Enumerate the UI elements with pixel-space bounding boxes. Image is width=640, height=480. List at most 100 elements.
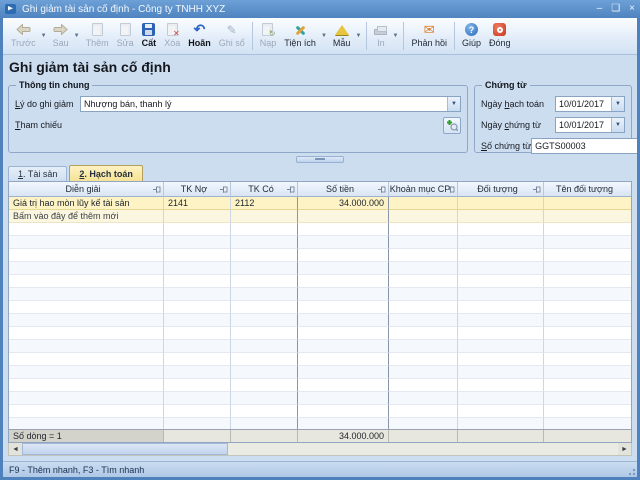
grid-cell[interactable]	[231, 340, 298, 353]
grid-cell[interactable]	[9, 249, 164, 262]
grid-cell[interactable]	[164, 353, 231, 366]
grid-cell[interactable]	[298, 236, 389, 249]
grid-cell[interactable]	[298, 210, 389, 223]
grid-add-new-row[interactable]: Bấm vào đây để thêm mới	[9, 210, 631, 223]
grid-cell[interactable]	[298, 314, 389, 327]
edit-button[interactable]: Sửa	[113, 19, 138, 52]
grid-cell[interactable]	[164, 210, 231, 223]
grid-cell[interactable]	[231, 210, 298, 223]
scroll-left-button[interactable]: ◄	[9, 443, 22, 455]
grid-cell[interactable]	[231, 392, 298, 405]
print-button[interactable]: In ▼	[370, 19, 400, 52]
scrollbar-thumb[interactable]	[22, 443, 228, 455]
grid-cell[interactable]	[458, 223, 544, 236]
grid-cell[interactable]	[544, 275, 631, 288]
grid-cell[interactable]	[544, 262, 631, 275]
column-header-so-tien[interactable]: Số tiền	[298, 182, 389, 197]
grid-cell[interactable]	[389, 275, 458, 288]
grid-cell[interactable]	[231, 418, 298, 429]
grid-cell[interactable]	[231, 249, 298, 262]
pin-icon[interactable]	[153, 185, 161, 196]
grid-cell[interactable]	[389, 236, 458, 249]
grid-cell[interactable]	[458, 275, 544, 288]
grid-cell[interactable]	[544, 236, 631, 249]
grid-cell[interactable]	[544, 327, 631, 340]
pin-icon[interactable]	[533, 185, 541, 196]
grid-cell[interactable]	[458, 405, 544, 418]
grid-cell[interactable]	[9, 353, 164, 366]
column-header-dien-giai[interactable]: Diễn giải	[9, 182, 164, 197]
doc-no-input[interactable]	[531, 138, 637, 154]
add-button[interactable]: Thêm	[82, 19, 113, 52]
grid-cell[interactable]	[164, 262, 231, 275]
tab-tai-san[interactable]: 1. Tài sản	[8, 166, 68, 181]
grid-cell[interactable]	[231, 262, 298, 275]
column-header-tk-co[interactable]: TK Có	[231, 182, 298, 197]
grid-cell[interactable]	[389, 314, 458, 327]
grid-cell[interactable]	[231, 223, 298, 236]
column-header-khoan-muc-cp[interactable]: Khoản mục CP	[389, 182, 458, 197]
grid-cell[interactable]	[544, 288, 631, 301]
grid-cell[interactable]	[298, 327, 389, 340]
grid-empty-row[interactable]	[9, 223, 631, 236]
grid-cell[interactable]	[231, 275, 298, 288]
grid-cell[interactable]	[9, 327, 164, 340]
pin-icon[interactable]	[378, 185, 386, 196]
grid-cell[interactable]	[164, 340, 231, 353]
maximize-button[interactable]: ❑	[611, 3, 620, 15]
grid-cell[interactable]	[9, 379, 164, 392]
grid-cell[interactable]	[164, 405, 231, 418]
cell-khoan-muc-cp[interactable]	[389, 197, 458, 210]
grid-cell[interactable]	[389, 288, 458, 301]
grid-cell[interactable]	[389, 392, 458, 405]
grid-cell[interactable]	[298, 366, 389, 379]
grid-cell[interactable]	[544, 314, 631, 327]
resize-grip-icon[interactable]	[627, 467, 635, 475]
grid-cell[interactable]	[9, 392, 164, 405]
grid-cell[interactable]	[9, 301, 164, 314]
grid-empty-row[interactable]	[9, 327, 631, 340]
grid-cell[interactable]	[298, 353, 389, 366]
grid-cell[interactable]	[544, 418, 631, 429]
cell-ten-doi-tuong[interactable]	[544, 197, 631, 210]
grid-empty-row[interactable]	[9, 392, 631, 405]
grid-cell[interactable]	[389, 327, 458, 340]
reload-button[interactable]: ↻ Nạp	[256, 19, 281, 52]
grid-empty-row[interactable]	[9, 249, 631, 262]
grid-cell[interactable]	[458, 301, 544, 314]
reference-add-button[interactable]	[443, 116, 461, 134]
undo-button[interactable]: ↶ Hoãn	[184, 19, 215, 52]
grid-cell[interactable]	[544, 366, 631, 379]
grid-cell[interactable]	[9, 236, 164, 249]
grid-cell[interactable]	[231, 379, 298, 392]
tab-hach-toan[interactable]: 2. Hạch toán	[69, 165, 143, 181]
grid-cell[interactable]	[389, 249, 458, 262]
grid-cell[interactable]	[458, 210, 544, 223]
save-button[interactable]: Cất	[138, 19, 161, 52]
doc-date-picker[interactable]: 10/01/2017 ▼	[555, 117, 625, 133]
grid-cell[interactable]	[164, 223, 231, 236]
close-window-button[interactable]: Đóng	[485, 19, 515, 52]
grid-cell[interactable]	[458, 340, 544, 353]
cell-dien-giai[interactable]: Giá trị hao mòn lũy kế tài sản	[9, 197, 164, 210]
grid-cell[interactable]	[231, 353, 298, 366]
cell-tk-no[interactable]: 2141	[164, 197, 231, 210]
grid-cell[interactable]	[231, 314, 298, 327]
grid-empty-row[interactable]	[9, 301, 631, 314]
grid-cell[interactable]	[458, 392, 544, 405]
grid-cell[interactable]	[298, 288, 389, 301]
grid-cell[interactable]	[298, 223, 389, 236]
post-button[interactable]: ✎ Ghi sổ	[215, 19, 249, 52]
grid-cell[interactable]	[164, 236, 231, 249]
grid-cell[interactable]	[9, 366, 164, 379]
grid-cell[interactable]	[458, 327, 544, 340]
grid-cell[interactable]	[164, 314, 231, 327]
grid-cell[interactable]	[544, 353, 631, 366]
grid-cell[interactable]	[9, 340, 164, 353]
grid-cell[interactable]	[164, 301, 231, 314]
grid-cell[interactable]	[458, 379, 544, 392]
grid-cell[interactable]	[9, 405, 164, 418]
grid-cell[interactable]	[164, 418, 231, 429]
grid-cell[interactable]	[9, 223, 164, 236]
grid-row-selected[interactable]: Giá trị hao mòn lũy kế tài sản 2141 2112…	[9, 197, 631, 210]
